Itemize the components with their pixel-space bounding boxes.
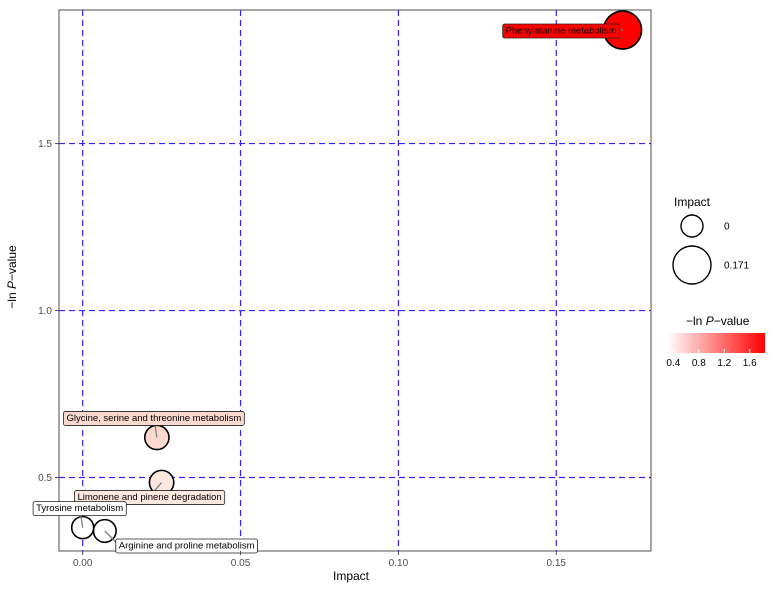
y-axis-title-prefix: −ln (5, 289, 19, 309)
y-tick-label: 1.0 (38, 306, 52, 317)
y-axis-title-suffix: −value (5, 245, 19, 281)
color-legend-tick-label: 0.8 (692, 358, 706, 369)
size-legend-title: Impact (674, 195, 711, 209)
y-axis-title-italic: P (5, 281, 19, 289)
x-axis: 0.00 0.05 0.10 0.15 (73, 551, 567, 569)
color-legend-tick-label: 1.2 (717, 358, 731, 369)
point-label-text: Glycine, serine and threonine metabolism (66, 413, 241, 424)
bubble-chart: Phenylalanine metabolism Glycine, serine … (5, 9, 765, 583)
size-legend-label: 0.171 (724, 261, 749, 272)
point-label-text: Tyrosine metabolism (36, 503, 123, 514)
color-legend-tick-label: 1.6 (743, 358, 757, 369)
x-tick-label: 0.10 (389, 558, 409, 569)
color-legend-tick-label: 0.4 (666, 358, 680, 369)
point-label-text: Arginine and proline metabolism (119, 540, 255, 551)
point-label: Tyrosine metabolism (32, 501, 127, 517)
color-legend: −ln P−value 0.4 0.8 1.2 1.6 (666, 314, 765, 369)
x-tick-label: 0.15 (547, 558, 567, 569)
point-label: Phenylalanine metabolism (502, 23, 621, 39)
y-tick-label: 0.5 (38, 473, 52, 484)
color-legend-bar (667, 333, 765, 353)
x-tick-label: 0.05 (231, 558, 251, 569)
size-legend: Impact 0 0.171 (672, 195, 749, 285)
color-legend-title-suffix: −value (714, 314, 750, 328)
size-legend-circle (680, 214, 704, 238)
x-tick-label: 0.00 (73, 558, 93, 569)
point-label-text: Phenylalanine metabolism (506, 26, 617, 37)
y-axis: 0.5 1.0 1.5 (38, 139, 59, 484)
point-label: Arginine and proline metabolism (115, 538, 258, 554)
size-legend-circle (672, 245, 712, 285)
color-legend-title: −ln P−value (686, 314, 750, 328)
size-legend-label: 0 (724, 222, 730, 233)
size-legend-items: 0 0.171 (672, 214, 749, 285)
x-axis-title: Impact (333, 569, 370, 583)
color-legend-title-prefix: −ln (686, 314, 706, 328)
y-tick-label: 1.5 (38, 139, 52, 150)
point-label: Glycine, serine and threonine metabolism (63, 411, 245, 426)
plot-panel (58, 9, 652, 552)
y-axis-title: −ln P−value (5, 245, 19, 309)
color-legend-title-italic: P (706, 314, 714, 328)
plot-area: Phenylalanine metabolism Glycine, serine … (32, 9, 652, 554)
